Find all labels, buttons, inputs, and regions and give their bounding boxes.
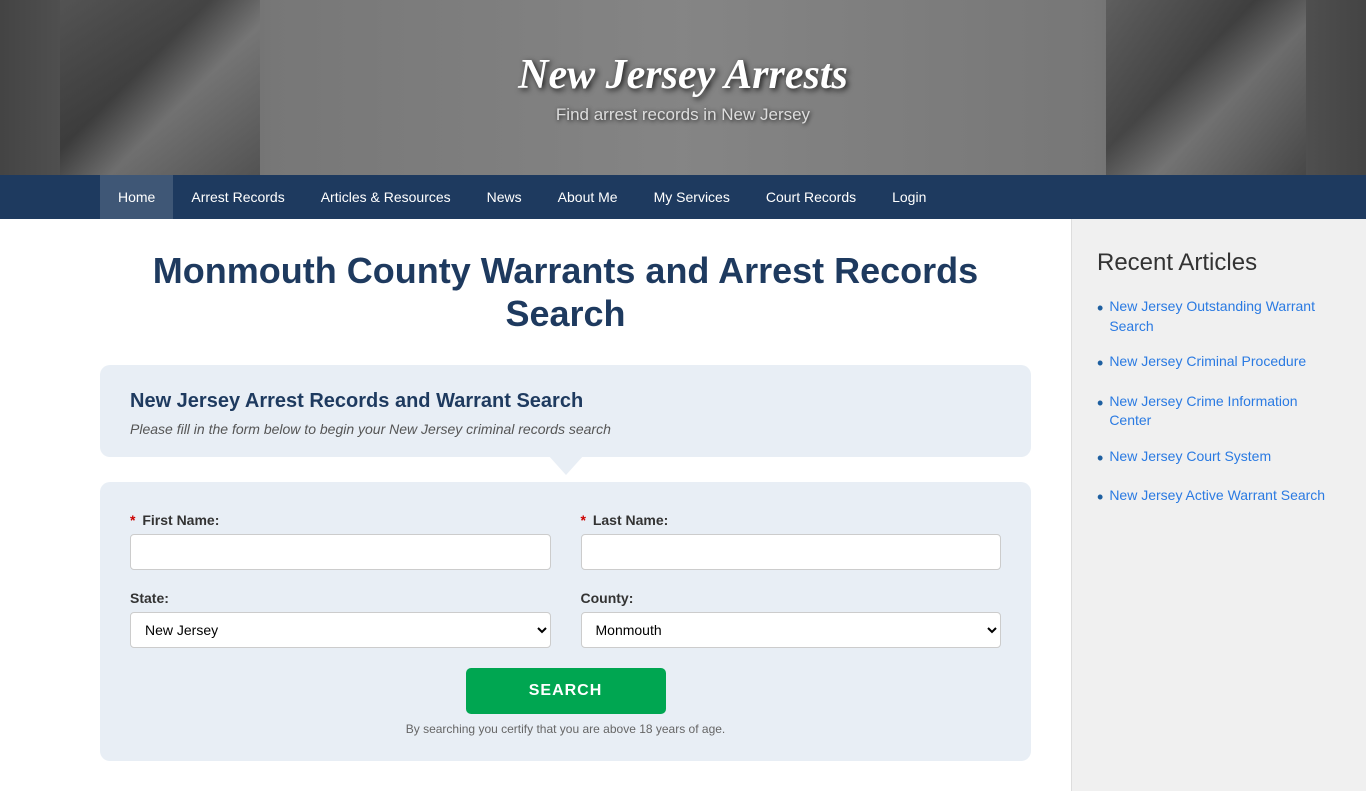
- last-name-group: * Last Name:: [581, 512, 1002, 570]
- sidebar-link-2[interactable]: New Jersey Criminal Procedure: [1109, 352, 1306, 372]
- sidebar-articles-list: • New Jersey Outstanding Warrant Search …: [1097, 297, 1341, 510]
- navigation: Home Arrest Records Articles & Resources…: [0, 175, 1366, 219]
- nav-item-court: Court Records: [748, 175, 874, 219]
- nav-link-court[interactable]: Court Records: [748, 175, 874, 219]
- sidebar-item-2: • New Jersey Criminal Procedure: [1097, 352, 1341, 375]
- search-form-container: * First Name: * Last Name: State:: [100, 482, 1031, 761]
- nav-link-home[interactable]: Home: [100, 175, 173, 219]
- nav-item-articles: Articles & Resources: [303, 175, 469, 219]
- sidebar-title: Recent Articles: [1097, 249, 1341, 277]
- name-row: * First Name: * Last Name:: [130, 512, 1001, 570]
- sidebar-item-4: • New Jersey Court System: [1097, 447, 1341, 470]
- county-group: County: Monmouth: [581, 590, 1002, 648]
- nav-item-news: News: [469, 175, 540, 219]
- search-box-subtitle: Please fill in the form below to begin y…: [130, 421, 1001, 437]
- state-select[interactable]: New Jersey: [130, 612, 551, 648]
- sidebar-item-5: • New Jersey Active Warrant Search: [1097, 486, 1341, 509]
- nav-item-arrest-records: Arrest Records: [173, 175, 302, 219]
- form-note: By searching you certify that you are ab…: [130, 722, 1001, 736]
- sidebar: Recent Articles • New Jersey Outstanding…: [1071, 219, 1366, 791]
- first-name-label: * First Name:: [130, 512, 551, 528]
- last-name-input[interactable]: [581, 534, 1002, 570]
- sidebar-link-5[interactable]: New Jersey Active Warrant Search: [1109, 486, 1325, 506]
- banner-subtitle: Find arrest records in New Jersey: [518, 105, 848, 125]
- bullet-icon-2: •: [1097, 352, 1103, 375]
- nav-link-articles[interactable]: Articles & Resources: [303, 175, 469, 219]
- nav-item-home: Home: [100, 175, 173, 219]
- search-button[interactable]: SEARCH: [466, 668, 666, 714]
- main-container: Monmouth County Warrants and Arrest Reco…: [0, 219, 1366, 791]
- sidebar-item-3: • New Jersey Crime Information Center: [1097, 392, 1341, 431]
- nav-link-services[interactable]: My Services: [636, 175, 748, 219]
- sidebar-link-4[interactable]: New Jersey Court System: [1109, 447, 1271, 467]
- first-name-group: * First Name:: [130, 512, 551, 570]
- sidebar-link-1[interactable]: New Jersey Outstanding Warrant Search: [1109, 297, 1341, 336]
- bullet-icon-1: •: [1097, 297, 1103, 320]
- nav-link-about[interactable]: About Me: [540, 175, 636, 219]
- banner-hands-left: [60, 0, 260, 175]
- state-group: State: New Jersey: [130, 590, 551, 648]
- banner-hands-right: [1106, 0, 1306, 175]
- banner-title: New Jersey Arrests: [518, 51, 848, 99]
- search-description-box: New Jersey Arrest Records and Warrant Se…: [100, 365, 1031, 457]
- nav-item-login: Login: [874, 175, 944, 219]
- bullet-icon-4: •: [1097, 447, 1103, 470]
- nav-item-services: My Services: [636, 175, 748, 219]
- location-row: State: New Jersey County: Monmouth: [130, 590, 1001, 648]
- banner-text: New Jersey Arrests Find arrest records i…: [518, 51, 848, 125]
- last-name-required: *: [581, 512, 586, 528]
- sidebar-item-1: • New Jersey Outstanding Warrant Search: [1097, 297, 1341, 336]
- bullet-icon-3: •: [1097, 392, 1103, 415]
- first-name-input[interactable]: [130, 534, 551, 570]
- county-select[interactable]: Monmouth: [581, 612, 1002, 648]
- first-name-required: *: [130, 512, 135, 528]
- search-box-arrow: [548, 455, 584, 475]
- nav-link-login[interactable]: Login: [874, 175, 944, 219]
- last-name-label: * Last Name:: [581, 512, 1002, 528]
- bullet-icon-5: •: [1097, 486, 1103, 509]
- nav-link-arrest-records[interactable]: Arrest Records: [173, 175, 302, 219]
- page-title: Monmouth County Warrants and Arrest Reco…: [100, 249, 1031, 335]
- search-box-title: New Jersey Arrest Records and Warrant Se…: [130, 390, 1001, 413]
- banner: New Jersey Arrests Find arrest records i…: [0, 0, 1366, 175]
- nav-item-about: About Me: [540, 175, 636, 219]
- state-label: State:: [130, 590, 551, 606]
- nav-link-news[interactable]: News: [469, 175, 540, 219]
- county-label: County:: [581, 590, 1002, 606]
- content-area: Monmouth County Warrants and Arrest Reco…: [0, 219, 1071, 791]
- sidebar-link-3[interactable]: New Jersey Crime Information Center: [1109, 392, 1341, 431]
